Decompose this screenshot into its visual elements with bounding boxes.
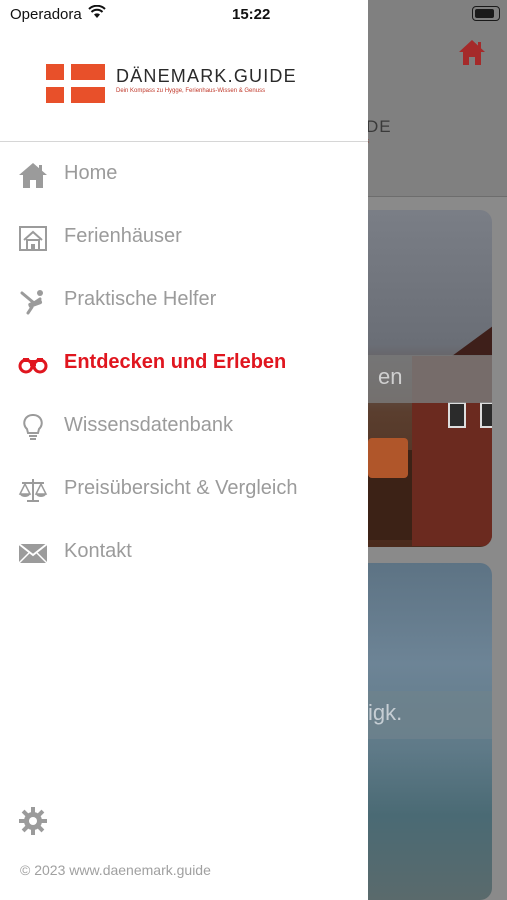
- background-header: DE Ξ: [366, 0, 507, 197]
- house-icon: [19, 226, 47, 251]
- logo-title: DÄNEMARK.GUIDE: [116, 66, 297, 86]
- status-bar: Operadora 15:22: [0, 0, 368, 30]
- binoculars-icon: [18, 358, 48, 374]
- background-card-2[interactable]: igk.: [352, 563, 492, 900]
- home-icon: [19, 163, 47, 188]
- card-band: igk.: [352, 691, 492, 739]
- house-roof: [452, 312, 492, 356]
- menu-item-kontakt[interactable]: Kontakt: [0, 521, 368, 584]
- lightbulb-icon: [23, 413, 43, 440]
- menu-label: Praktische Helfer: [64, 288, 217, 310]
- danish-flag-icon: [46, 64, 105, 103]
- card-band: en: [352, 355, 492, 403]
- footer-copyright: © 2023 www.daenemark.guide: [20, 862, 211, 878]
- menu-item-praktische-helfer[interactable]: Praktische Helfer: [0, 269, 368, 332]
- menu-label: Ferienhäuser: [64, 225, 182, 247]
- logo-subtitle: Dein Kompass zu Hygge, Ferienhaus-Wissen…: [116, 88, 266, 94]
- home-icon[interactable]: [458, 38, 486, 66]
- carrier-label: Operadora: [10, 6, 82, 23]
- menu-item-wissensdatenbank[interactable]: Wissensdatenbank: [0, 395, 368, 458]
- background-card-1[interactable]: en: [352, 210, 492, 547]
- menu-label: Kontakt: [64, 540, 132, 562]
- menu-item-preisuebersicht[interactable]: Preisübersicht & Vergleich: [0, 458, 368, 521]
- gear-icon[interactable]: [18, 806, 48, 836]
- menu-label: Entdecken und Erleben: [64, 351, 287, 373]
- brand-logo[interactable]: DÄNEMARK.GUIDE Dein Kompass zu Hygge, Fe…: [46, 64, 336, 104]
- scales-icon: [18, 479, 48, 502]
- menu-item-ferienhaeuser[interactable]: Ferienhäuser: [0, 206, 368, 269]
- tools-icon: [20, 290, 43, 315]
- house-lit-window: [368, 438, 408, 478]
- wifi-icon: [88, 5, 106, 18]
- card-2-label: igk.: [368, 700, 403, 725]
- envelope-icon: [18, 543, 48, 564]
- background-logo-fragment: DE: [366, 117, 392, 136]
- menu-label: Wissensdatenbank: [64, 414, 233, 436]
- menu-label: Home: [64, 162, 118, 184]
- house-window: [480, 402, 492, 428]
- menu-item-home[interactable]: Home: [0, 143, 368, 206]
- house-window: [448, 402, 466, 428]
- menu-label: Preisübersicht & Vergleich: [64, 477, 298, 499]
- menu-item-entdecken-und-erleben[interactable]: Entdecken und Erleben: [0, 332, 368, 395]
- status-time: 15:22: [232, 6, 271, 23]
- battery-icon: [472, 6, 500, 21]
- navigation-drawer: Operadora 15:22 DÄNEMARK.GUIDE Dein Komp…: [0, 0, 368, 900]
- card-1-label: en: [378, 364, 403, 389]
- divider: [0, 141, 368, 142]
